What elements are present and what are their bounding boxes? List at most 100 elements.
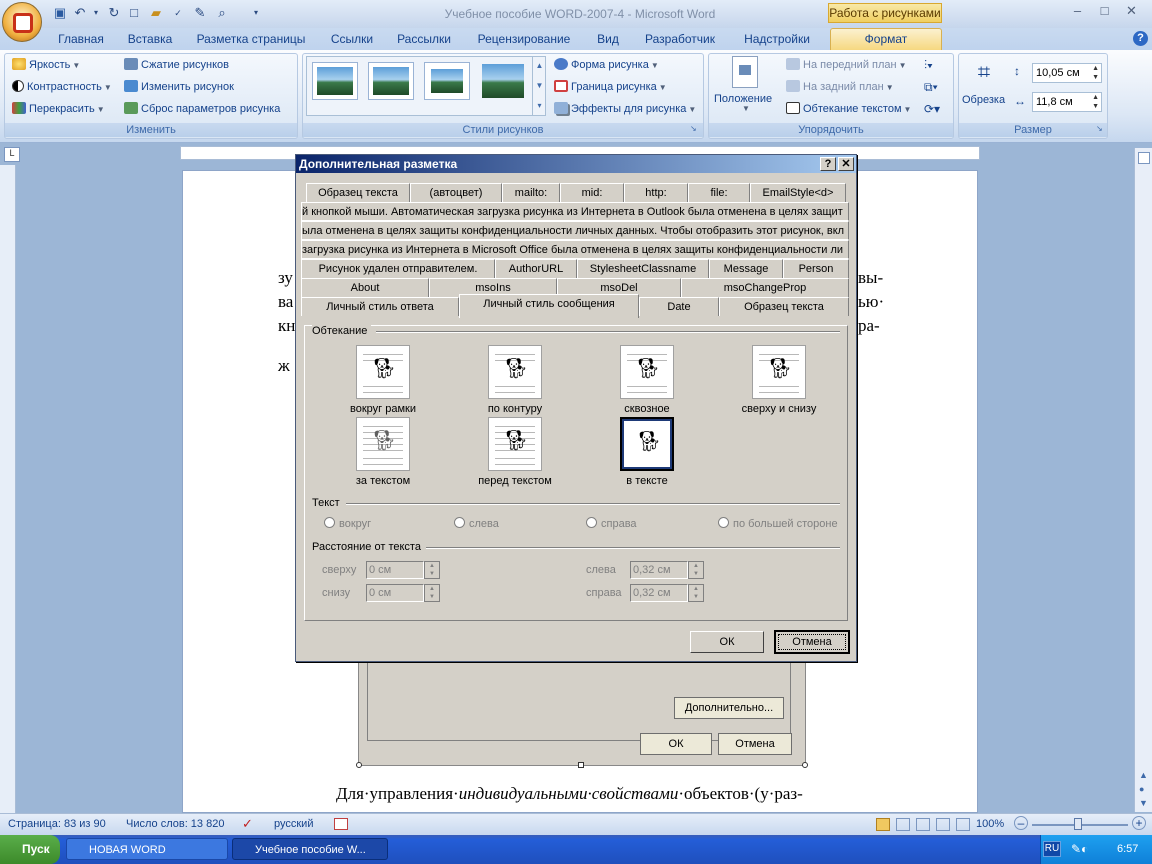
view-web-icon[interactable] [916,818,930,831]
office-button[interactable] [2,2,42,42]
tray-icons[interactable]: ✎◐ [1071,835,1088,864]
tab-selector[interactable]: L [4,147,20,162]
open-folder-icon[interactable]: ▰ [148,5,164,21]
start-button[interactable]: Пуск [0,835,60,864]
style-thumb-1[interactable] [312,62,358,100]
undo-dropdown-icon[interactable]: ▾ [88,5,104,21]
wrap-through-button[interactable]: 🐕︎ [620,345,674,399]
minimize-icon[interactable]: – [1065,2,1090,20]
cancel-button[interactable]: Отмена [774,630,850,654]
tab-message-3[interactable]: загрузка рисунка из Интернета в Microsof… [301,240,849,259]
radio-largest-side[interactable]: по большей стороне [718,517,838,530]
task-new-word[interactable]: НОВАЯ WORD [66,838,228,860]
tab-sample-text-2[interactable]: Образец текста [719,297,849,316]
ok-button[interactable]: ОК [690,631,764,653]
tab-http[interactable]: http: [624,183,688,202]
wrap-inline-button[interactable]: 🐕︎ [620,417,674,471]
tab-view[interactable]: Вид [590,31,626,50]
size-dialog-launcher-icon[interactable]: ↘ [1096,124,1103,133]
picture-shape-button[interactable]: Форма рисунка ▼ [554,56,659,74]
tab-message[interactable]: Message [709,259,783,278]
radio-both-sides[interactable]: вокруг [324,517,371,530]
wrap-behind-button[interactable]: 🐕︎ [356,417,410,471]
vertical-ruler[interactable] [0,165,16,813]
height-field[interactable]: 10,05 см ▲ ▼ [1032,63,1102,83]
tab-review[interactable]: Рецензирование [472,31,576,50]
browse-buttons[interactable]: ▲ ● ▼ [1139,768,1148,810]
tab-date[interactable]: Date [639,297,719,316]
style-thumb-3[interactable] [424,62,470,100]
distance-left-field[interactable]: 0,32 см [630,561,688,579]
wrap-square-button[interactable]: 🐕︎ [356,345,410,399]
tab-autocolor[interactable]: (автоцвет) [410,183,502,202]
proofing-icon[interactable]: ✓ [242,817,253,831]
tab-file[interactable]: file: [688,183,750,202]
tab-stylesheet[interactable]: StylesheetClassname [577,259,709,278]
view-ruler-icon[interactable] [1138,152,1150,164]
input-language[interactable]: RU [1043,841,1061,857]
style-thumb-2[interactable] [368,62,414,100]
tab-reply-style[interactable]: Личный стиль ответа [301,297,459,316]
tab-references[interactable]: Ссылки [324,31,380,50]
zoom-level[interactable]: 100% [976,814,1004,834]
view-print-layout-icon[interactable] [876,818,890,831]
wrap-top-bottom-button[interactable]: 🐕︎ [752,345,806,399]
tab-person[interactable]: Person [783,259,849,278]
brightness-button[interactable]: Яркость ▼ [12,56,80,74]
contrast-button[interactable]: Контрастность ▼ [12,78,112,96]
tab-message-1[interactable]: й кнопкой мыши. Автоматическая загрузка … [301,202,849,221]
position-icon[interactable] [732,56,758,88]
change-picture-button[interactable]: Изменить рисунок [124,78,234,96]
tab-emailstyle[interactable]: EmailStyle<d> [750,183,846,202]
maximize-icon[interactable]: □ [1092,2,1117,20]
rotate-icon[interactable]: ⟳▾ [924,102,940,116]
picture-effects-button[interactable]: Эффекты для рисунка ▼ [554,100,696,118]
reset-picture-button[interactable]: Сброс параметров рисунка [124,100,280,118]
tab-addins[interactable]: Надстройки [738,31,816,50]
tab-mid[interactable]: mid: [560,183,624,202]
resize-handle[interactable] [578,762,584,768]
resize-handle[interactable] [356,762,362,768]
send-to-back-button[interactable]: На задний план ▼ [786,78,894,96]
save-icon[interactable]: ▣ [52,5,68,21]
tab-developer[interactable]: Разработчик [640,31,720,50]
zoom-out-icon[interactable]: – [1014,816,1028,830]
spelling-icon[interactable]: ✓ [170,5,186,21]
style-thumb-4[interactable] [480,62,526,100]
text-wrapping-button[interactable]: Обтекание текстом ▼ [786,100,911,118]
distance-left-spinner[interactable]: ▲ ▼ [688,561,704,579]
distance-bottom-field[interactable]: 0 см [366,584,424,602]
picture-border-button[interactable]: Граница рисунка ▼ [554,78,667,96]
vertical-scrollbar[interactable]: ▲ ● ▼ [1134,148,1152,812]
tab-home[interactable]: Главная [52,31,110,50]
tab-sample-text[interactable]: Образец текста [306,183,410,202]
resize-handle[interactable] [802,762,808,768]
word-count[interactable]: Число слов: 13 820 [126,814,224,834]
tab-mailings[interactable]: Рассылки [392,31,456,50]
redo-icon[interactable]: ↻ [106,5,122,21]
radio-left[interactable]: слева [454,517,499,530]
distance-bottom-spinner[interactable]: ▲ ▼ [424,584,440,602]
page-count[interactable]: Страница: 83 из 90 [8,814,106,834]
tab-authorurl[interactable]: AuthorURL [495,259,577,278]
macro-record-icon[interactable] [334,818,348,830]
tab-format[interactable]: Формат [830,28,942,50]
tab-message-style[interactable]: Личный стиль сообщения [459,294,639,318]
dialog-help-button[interactable]: ? [820,157,836,171]
view-outline-icon[interactable] [936,818,950,831]
styles-dialog-launcher-icon[interactable]: ↘ [690,124,697,133]
zoom-in-icon[interactable]: + [1132,816,1146,830]
wrap-in-front-button[interactable]: 🐕︎ [488,417,542,471]
dialog-close-button[interactable]: ✕ [838,157,854,171]
position-dropdown-icon[interactable]: ▼ [742,104,750,113]
tab-insert[interactable]: Вставка [120,31,180,50]
tab-about[interactable]: About [301,278,429,297]
align-icon[interactable]: ⫶▾ [924,58,933,73]
width-field[interactable]: 11,8 см ▲ ▼ [1032,92,1102,112]
gallery-scroll[interactable]: ▲ ▼ ▾ [532,56,546,116]
clock[interactable]: 6:57 [1117,835,1138,864]
undo-icon[interactable]: ↶ [72,5,88,21]
task-word-doc[interactable]: Учебное пособие W... [232,838,388,860]
crop-button[interactable]: Обрезка [962,91,1005,109]
group-objects-icon[interactable]: ⧉▾ [924,80,938,95]
